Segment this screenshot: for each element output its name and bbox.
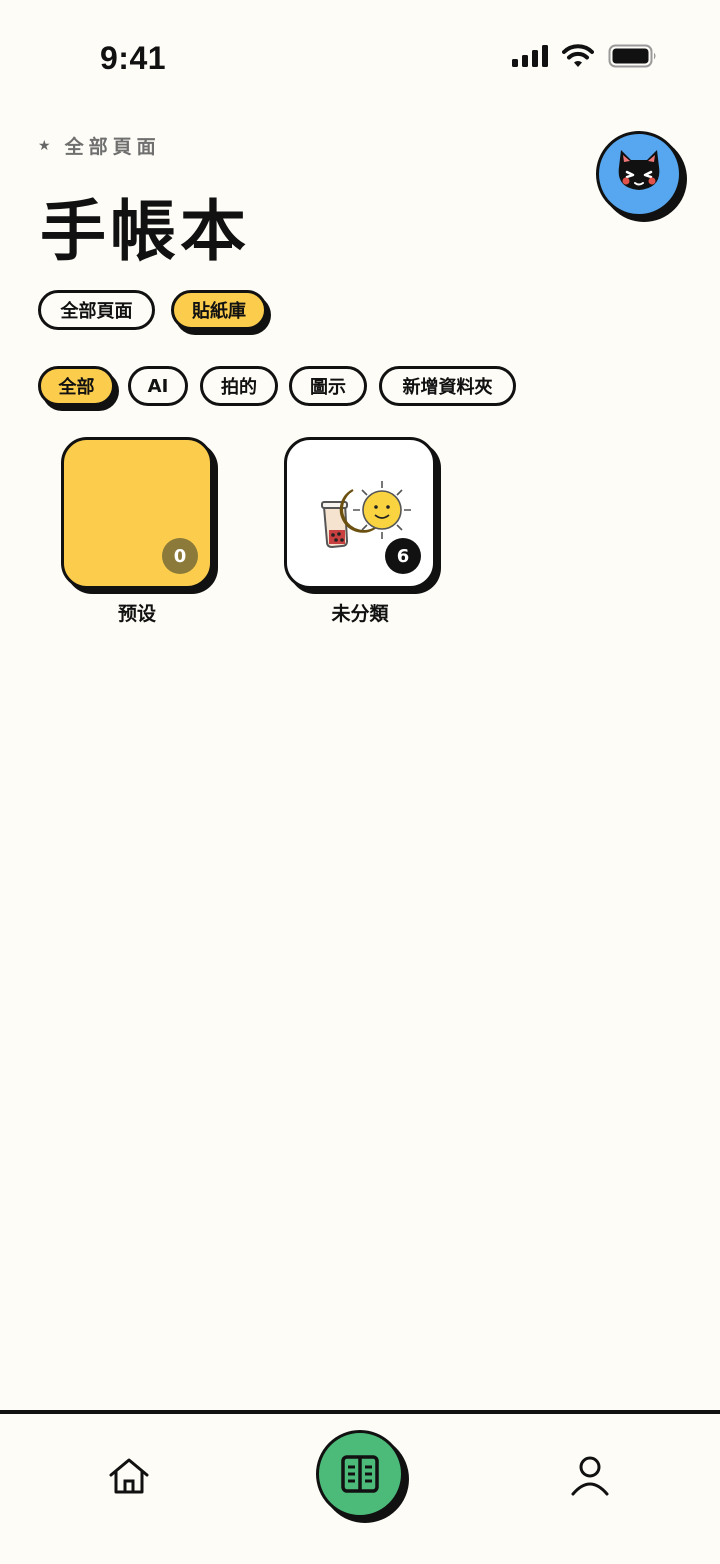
filter-chip-label: 拍的 — [221, 377, 257, 398]
filter-chip-label: 圖示 — [310, 377, 346, 398]
filter-chip-icons[interactable]: 圖示 — [289, 366, 367, 406]
status-icons — [512, 44, 658, 68]
notebook-button[interactable] — [316, 1430, 404, 1518]
folder-tile: 6 — [284, 437, 436, 589]
folder-uncategorized[interactable]: 6 未分類 — [284, 437, 444, 627]
folder-default[interactable]: 0 预设 — [61, 437, 221, 627]
new-folder-label: 新增資料夾 — [402, 377, 493, 398]
bubble-tea-icon — [321, 501, 349, 549]
filter-chip-all[interactable]: 全部 — [38, 366, 115, 406]
folder-count-badge: 6 — [385, 538, 421, 574]
filter-chip-label: 全部 — [58, 377, 95, 398]
breadcrumb-label: 全部頁面 — [64, 136, 161, 158]
filter-chip-ai[interactable]: AI — [128, 366, 188, 406]
page-title: 手帳本 — [40, 193, 250, 270]
status-time: 9:41 — [100, 40, 167, 76]
notebook-icon — [341, 1455, 379, 1493]
folder-tile: 0 — [61, 437, 213, 589]
wifi-icon — [562, 44, 594, 67]
folder-count-badge: 0 — [162, 538, 198, 574]
new-folder-button[interactable]: 新增資料夾 — [379, 366, 516, 406]
tab-all-pages-label: 全部頁面 — [60, 301, 133, 322]
star-icon: ★ — [38, 137, 51, 154]
tab-sticker-library-label: 貼紙庫 — [192, 301, 246, 322]
folder-label: 预设 — [117, 603, 156, 625]
tab-all-pages[interactable]: 全部頁面 — [38, 290, 155, 330]
person-icon[interactable] — [568, 1454, 612, 1498]
status-bar: 9:41 — [0, 0, 720, 110]
cat-face-icon — [618, 150, 660, 190]
avatar[interactable] — [596, 131, 682, 217]
battery-icon — [608, 44, 656, 68]
tab-sticker-library[interactable]: 貼紙庫 — [171, 290, 267, 330]
home-icon[interactable] — [107, 1456, 151, 1496]
tab-bar — [0, 1410, 720, 1564]
cellular-signal-icon — [512, 45, 548, 67]
folder-label: 未分類 — [331, 603, 389, 625]
filter-chip-photos[interactable]: 拍的 — [200, 366, 278, 406]
breadcrumb: ★ 全部頁面 — [38, 132, 161, 159]
filter-chip-label: AI — [147, 375, 169, 397]
